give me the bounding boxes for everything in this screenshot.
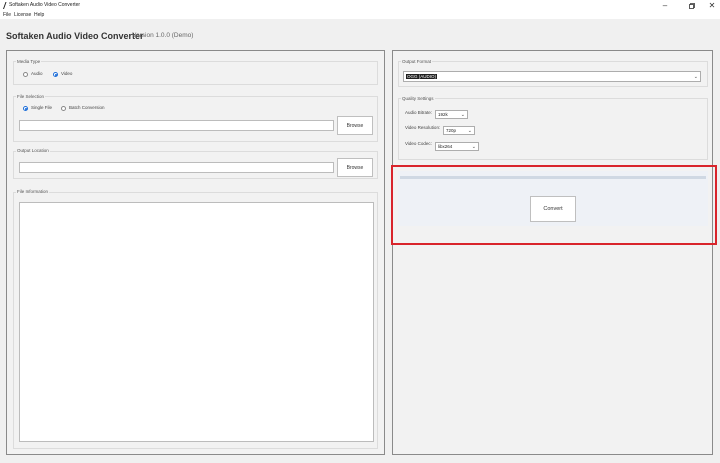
app-icon bbox=[3, 2, 7, 9]
chevron-down-icon: ⌄ bbox=[471, 144, 476, 150]
video-radio[interactable] bbox=[53, 72, 58, 77]
file-selection-label: File Selection bbox=[16, 94, 46, 99]
video-codec-select[interactable]: libx264 ⌄ bbox=[435, 142, 479, 151]
video-resolution-label: Video Resolution: bbox=[405, 125, 441, 130]
single-file-radio[interactable] bbox=[23, 106, 28, 111]
browse-output-button[interactable]: Browse bbox=[337, 158, 373, 177]
minimize-icon: – bbox=[662, 1, 668, 10]
batch-conversion-radio[interactable] bbox=[61, 106, 66, 111]
left-panel: Media Type Audio Video File Selection Si… bbox=[6, 50, 385, 455]
app-title: Softaken Audio Video Converter bbox=[6, 31, 144, 41]
file-information-label: File Information bbox=[16, 189, 50, 194]
video-resolution-value: 720p bbox=[446, 128, 457, 133]
audio-radio[interactable] bbox=[23, 72, 28, 77]
right-panel: Output Format OGG (AUDIO) ⌄ Quality Sett… bbox=[392, 50, 713, 455]
window-title: Softaken Audio Video Converter bbox=[9, 2, 81, 8]
file-path-input[interactable] bbox=[19, 120, 334, 131]
video-resolution-select[interactable]: 720p ⌄ bbox=[443, 126, 475, 135]
browse-file-button[interactable]: Browse bbox=[337, 116, 373, 135]
quality-settings-label: Quality Settings bbox=[401, 96, 435, 101]
video-codec-value: libx264 bbox=[438, 144, 453, 149]
chevron-down-icon: ⌄ bbox=[693, 74, 698, 80]
menu-license[interactable]: License bbox=[14, 11, 31, 19]
title-bar: Softaken Audio Video Converter – ✕ bbox=[0, 0, 720, 11]
maximize-icon bbox=[689, 3, 695, 9]
minimize-button[interactable]: – bbox=[657, 0, 673, 11]
video-radio-label: Video bbox=[61, 71, 73, 76]
close-icon: ✕ bbox=[708, 1, 716, 10]
video-codec-label: Video Codec: bbox=[405, 141, 432, 146]
chevron-down-icon: ⌄ bbox=[460, 112, 465, 118]
audio-bitrate-label: Audio Bitrate: bbox=[405, 110, 433, 115]
highlight-frame bbox=[391, 165, 717, 245]
file-selection-group bbox=[13, 96, 378, 142]
output-path-input[interactable] bbox=[19, 162, 334, 173]
output-location-label: Output Location bbox=[16, 148, 50, 153]
chevron-down-icon: ⌄ bbox=[467, 128, 472, 134]
close-button[interactable]: ✕ bbox=[704, 0, 720, 11]
batch-conversion-radio-label: Batch Conversion bbox=[69, 105, 105, 110]
file-information-textarea[interactable] bbox=[19, 202, 374, 442]
audio-bitrate-value: 192k bbox=[438, 112, 448, 117]
output-format-value: OGG (AUDIO) bbox=[406, 74, 437, 79]
version-label: Version 1.0.0 (Demo) bbox=[132, 32, 194, 39]
audio-bitrate-select[interactable]: 192k ⌄ bbox=[435, 110, 468, 119]
output-format-label: Output Format bbox=[401, 59, 433, 64]
menu-file[interactable]: File bbox=[3, 11, 11, 19]
single-file-radio-label: Single File bbox=[31, 105, 53, 110]
maximize-button[interactable] bbox=[684, 0, 700, 11]
audio-radio-label: Audio bbox=[31, 71, 43, 76]
output-format-select[interactable]: OGG (AUDIO) ⌄ bbox=[403, 71, 701, 82]
media-type-label: Media Type bbox=[16, 59, 42, 64]
menu-help[interactable]: Help bbox=[34, 11, 44, 19]
menu-bar: File License Help bbox=[0, 11, 720, 19]
